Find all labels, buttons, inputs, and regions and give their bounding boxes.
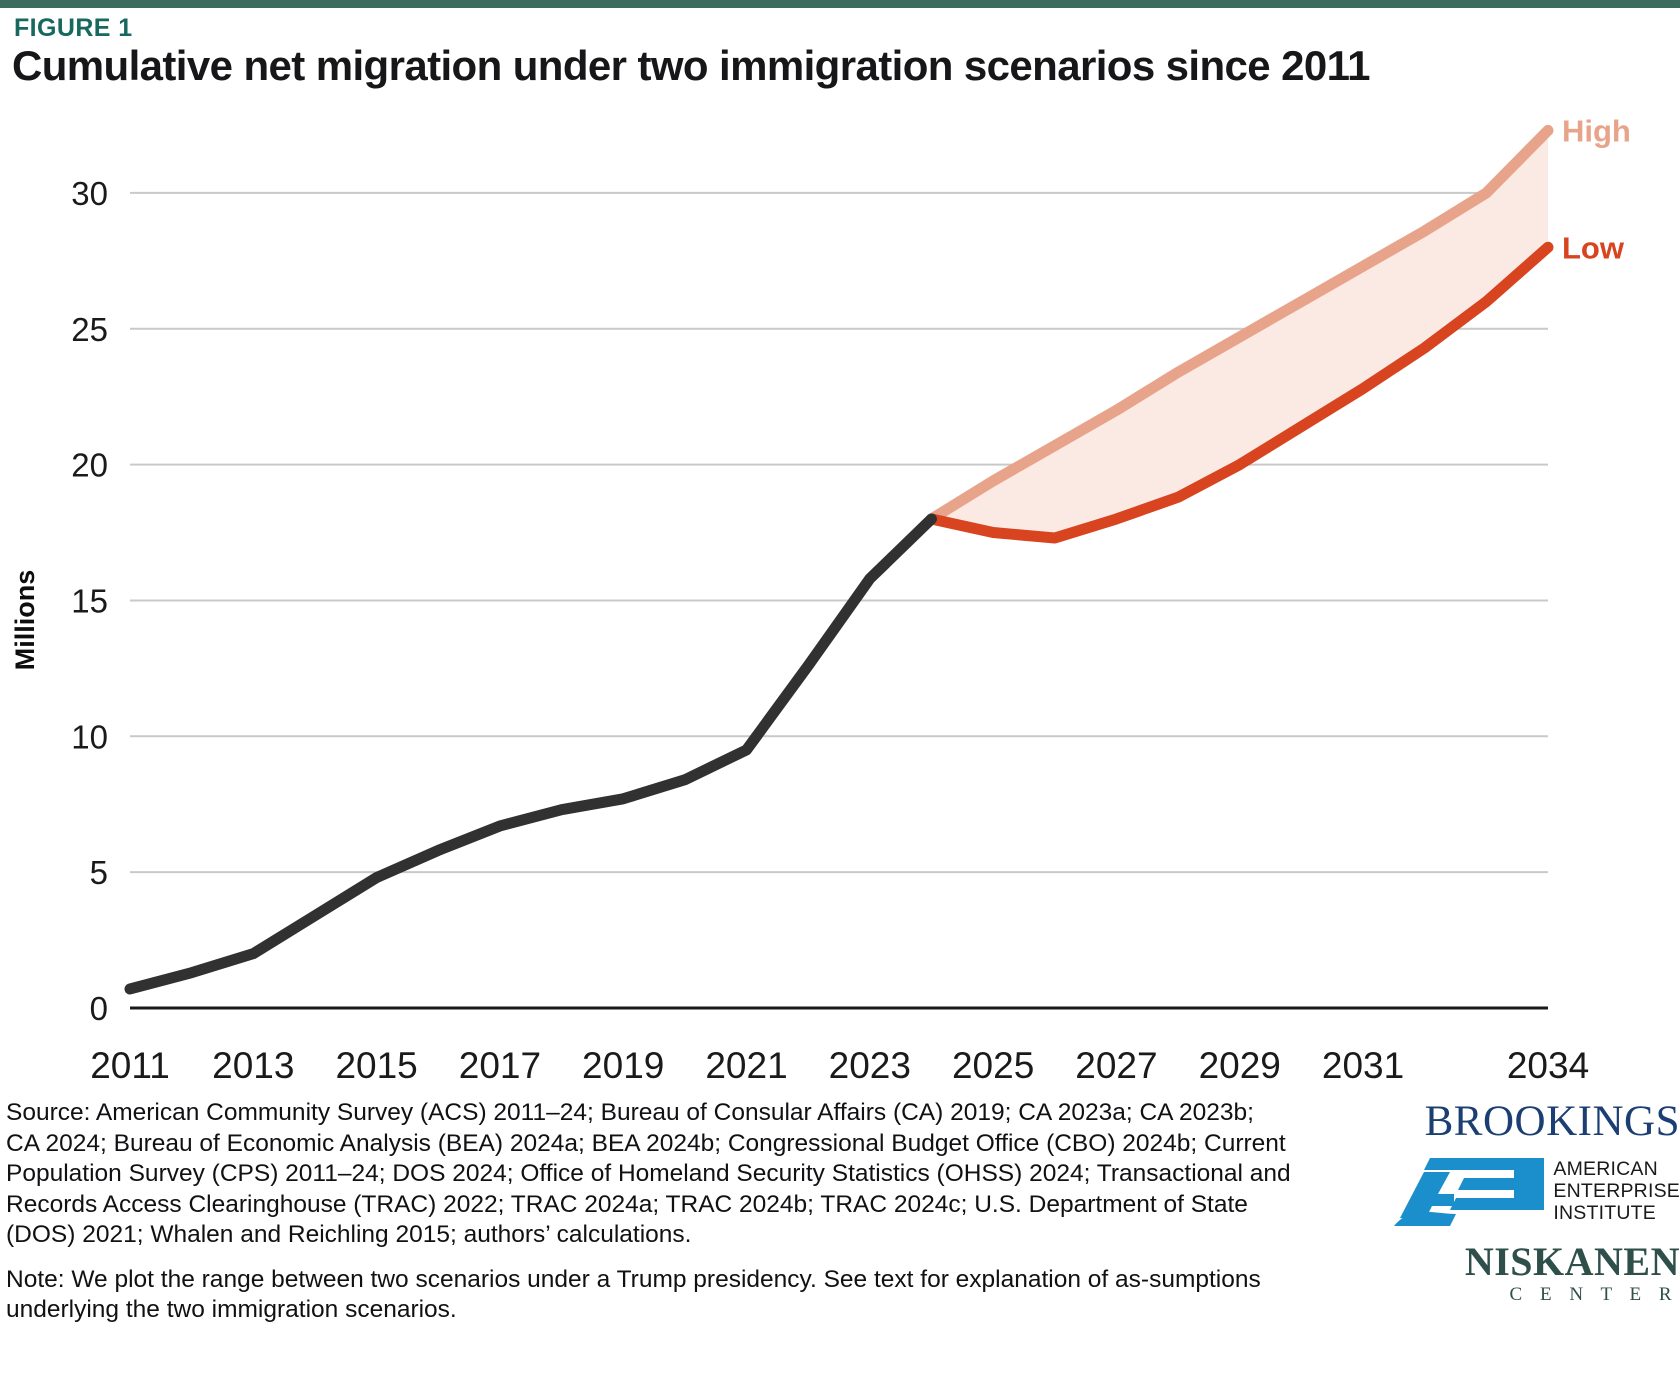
footer: Source: American Community Survey (ACS) … bbox=[0, 1098, 1300, 1326]
logo-group: BROOKINGS AMERICAN ENTERPRISE INSTITUTE … bbox=[1340, 1098, 1680, 1304]
x-tick-label: 2015 bbox=[335, 1045, 417, 1086]
series-annotations: High Low bbox=[1562, 113, 1631, 265]
x-tick-label: 2021 bbox=[705, 1045, 787, 1086]
note-text: Note: We plot the range between two scen… bbox=[6, 1265, 1261, 1324]
series-label-high: High bbox=[1562, 113, 1631, 148]
y-tick-label: 10 bbox=[71, 718, 108, 755]
aei-logo: AMERICAN ENTERPRISE INSTITUTE bbox=[1340, 1152, 1680, 1230]
x-tick-label: 2011 bbox=[90, 1045, 170, 1086]
y-tick-label: 20 bbox=[71, 447, 108, 484]
aei-wordmark: AMERICAN ENTERPRISE INSTITUTE bbox=[1553, 1158, 1680, 1224]
x-tick-label: 2025 bbox=[952, 1045, 1034, 1086]
y-axis-title: Millions bbox=[10, 570, 40, 671]
y-tick-label: 30 bbox=[71, 175, 108, 212]
niskanen-wordmark: NISKANEN bbox=[1464, 1239, 1680, 1284]
niskanen-subtitle: C E N T E R bbox=[1509, 1284, 1678, 1305]
y-tick-label: 15 bbox=[71, 582, 108, 619]
aei-line-1: AMERICAN bbox=[1553, 1158, 1658, 1180]
y-tick-label: 25 bbox=[71, 311, 108, 348]
y-tick-label: 0 bbox=[90, 990, 108, 1027]
series-lines bbox=[124, 124, 1554, 995]
top-accent-bar bbox=[0, 0, 1680, 8]
y-axis-ticks: 0 5 10 15 20 25 30 bbox=[71, 175, 108, 1027]
aei-mark-icon bbox=[1394, 1158, 1545, 1226]
series-label-low: Low bbox=[1562, 230, 1625, 265]
y-tick-label: 5 bbox=[90, 854, 108, 891]
x-tick-label: 2034 bbox=[1507, 1045, 1589, 1086]
brookings-logo: BROOKINGS bbox=[1424, 1098, 1680, 1145]
aei-line-2: ENTERPRISE bbox=[1553, 1180, 1680, 1202]
source-text: Source: American Community Survey (ACS) … bbox=[6, 1099, 1291, 1248]
aei-line-3: INSTITUTE bbox=[1553, 1202, 1656, 1224]
x-axis-ticks: 2011 2013 2015 2017 2019 2021 2023 2025 2027 2029… bbox=[90, 1045, 1589, 1086]
x-tick-label: 2013 bbox=[212, 1045, 294, 1086]
niskanen-logo: NISKANEN C E N T E R bbox=[1340, 1239, 1680, 1305]
chart-canvas: 051015202530 2011 2013 2015 2017 2019 2021 202… bbox=[10, 113, 1631, 1086]
x-tick-label: 2027 bbox=[1075, 1045, 1157, 1086]
figure-page: FIGURE 1 Cumulative net migration under … bbox=[0, 0, 1680, 1399]
x-tick-label: 2031 bbox=[1322, 1045, 1404, 1086]
x-tick-label: 2019 bbox=[582, 1045, 664, 1086]
x-tick-label: 2017 bbox=[459, 1045, 541, 1086]
page-title: Cumulative net migration under two immig… bbox=[12, 42, 1370, 89]
figure-label: FIGURE 1 bbox=[14, 14, 133, 42]
x-tick-label: 2029 bbox=[1199, 1045, 1281, 1086]
x-tick-label: 2023 bbox=[829, 1045, 911, 1086]
